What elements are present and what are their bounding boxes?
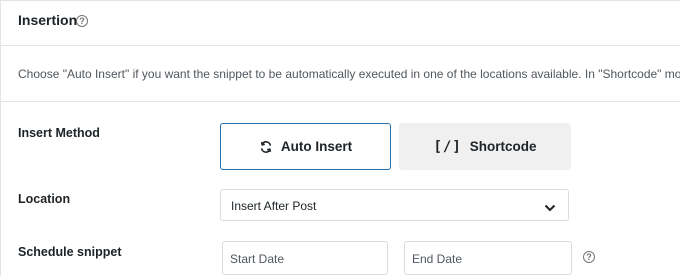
schedule-label: Schedule snippet	[18, 245, 122, 259]
location-select[interactable]: Insert After Post	[220, 189, 569, 221]
end-date-input[interactable]: End Date	[404, 241, 572, 275]
auto-insert-label: Auto Insert	[280, 139, 353, 154]
description-row: Choose "Auto Insert" if you want the sni…	[1, 46, 680, 102]
shortcode-brackets-icon: [/]	[433, 138, 462, 155]
panel-title: Insertion	[18, 12, 78, 28]
shortcode-label: Shortcode	[469, 139, 537, 154]
insert-method-label: Insert Method	[18, 126, 100, 140]
location-label: Location	[18, 192, 71, 206]
shortcode-button[interactable]: [/] Shortcode	[399, 123, 571, 170]
question-circle-icon[interactable]: ?	[76, 15, 88, 27]
chevron-down-icon	[544, 200, 556, 218]
auto-insert-button[interactable]: Auto Insert	[220, 123, 391, 170]
refresh-icon	[259, 140, 273, 154]
question-circle-icon[interactable]: ?	[583, 251, 595, 263]
end-date-placeholder: End Date	[412, 252, 463, 266]
description-text: Choose "Auto Insert" if you want the sni…	[18, 67, 680, 81]
location-select-value: Insert After Post	[231, 199, 317, 213]
start-date-placeholder: Start Date	[230, 252, 285, 266]
start-date-input[interactable]: Start Date	[222, 241, 388, 275]
insertion-panel: Insertion ? Choose "Auto Insert" if you …	[0, 0, 680, 276]
panel-header: Insertion ?	[1, 1, 680, 46]
